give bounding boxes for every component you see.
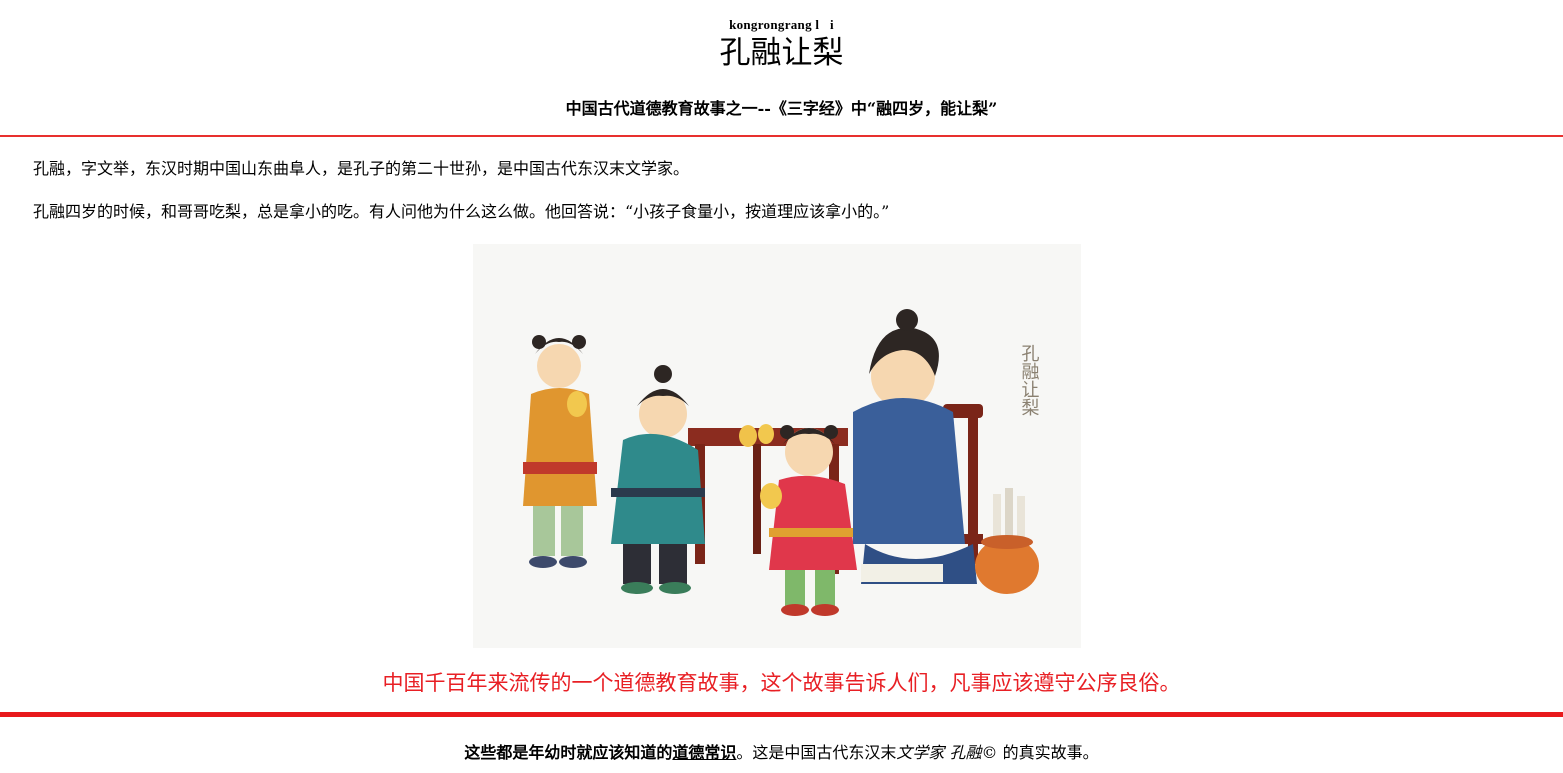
footer-line: 这些都是年幼时就应该知道的道德常识。这是中国古代东汉末文学家 孔融© 的真实故事… bbox=[0, 739, 1563, 763]
bottom-divider bbox=[0, 712, 1563, 717]
page-subtitle: 中国古代道德教育故事之一--《三字经》中“融四岁，能让梨” bbox=[565, 99, 998, 118]
scroll-vase-illustration bbox=[975, 488, 1039, 594]
page-title: 孔融让梨 bbox=[719, 35, 844, 71]
footer-italic-text: 文学家 孔融 bbox=[896, 743, 982, 762]
footer-middle-text: 。这是中国古代东汉末 bbox=[736, 743, 897, 762]
intro-paragraph: 孔融，字文举，东汉时期中国山东曲阜人，是孔子的第二十世孙，是中国古代东汉末文学家… bbox=[33, 159, 690, 178]
elder-brother-figure bbox=[523, 335, 597, 568]
pinyin-annotation: kongrongrang l i bbox=[729, 17, 834, 32]
footer-bold-text: 这些都是年幼时就应该知道的 bbox=[464, 743, 673, 762]
story-illustration: 孔融让梨 bbox=[473, 244, 1081, 648]
father-figure bbox=[853, 309, 977, 584]
kong-rong-figure bbox=[760, 425, 857, 616]
footer-end-text: 的真实故事。 bbox=[997, 743, 1099, 762]
moral-knowledge-link[interactable]: 道德常识 bbox=[672, 743, 736, 762]
illustration-caption: 孔融让梨 bbox=[1019, 344, 1040, 416]
middle-brother-figure bbox=[611, 365, 705, 594]
top-divider bbox=[0, 135, 1563, 137]
copyright-symbol: © bbox=[981, 743, 998, 762]
moral-statement: 中国千百年来流传的一个道德教育故事，这个故事告诉人们，凡事应该遵守公序良俗。 bbox=[382, 671, 1181, 695]
story-paragraph: 孔融四岁的时候，和哥哥吃梨，总是拿小的吃。有人问他为什么这么做。他回答说：“小孩… bbox=[33, 202, 890, 221]
